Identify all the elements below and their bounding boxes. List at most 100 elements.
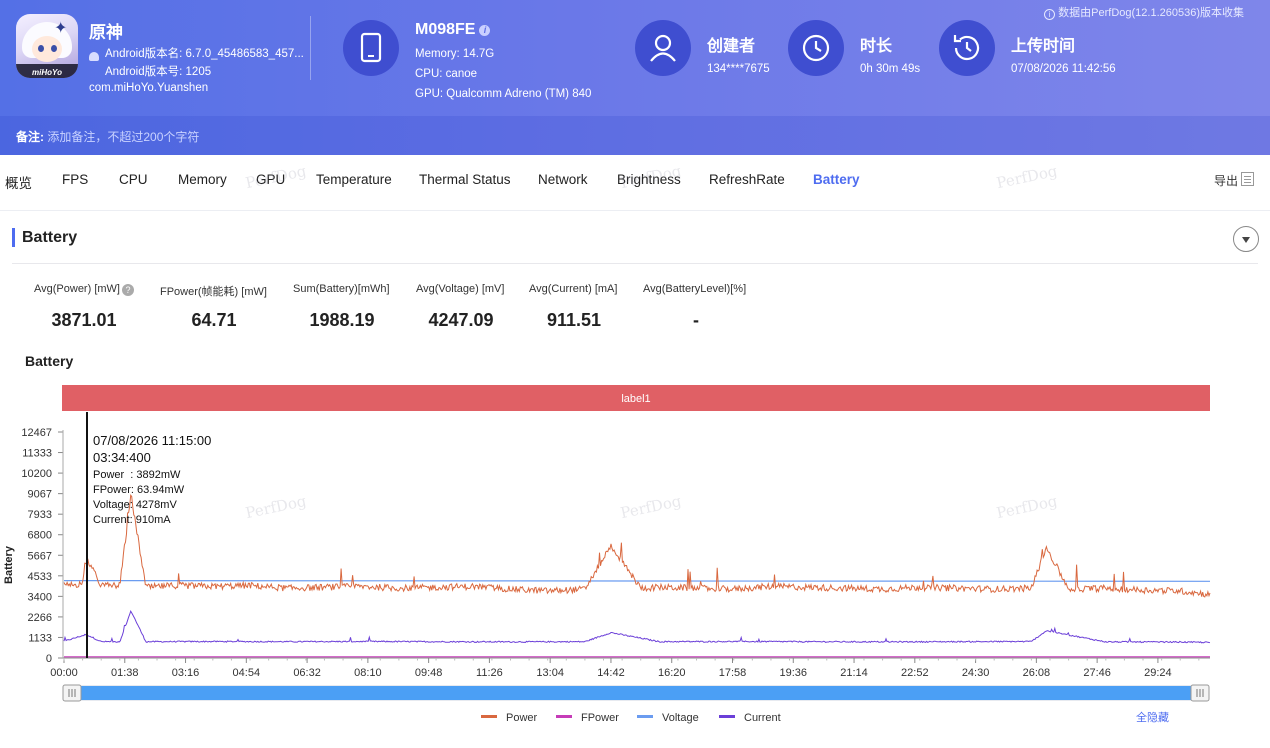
y-tick-label: 11333: [22, 448, 52, 460]
app-icon: ✦ miHoYo: [16, 14, 78, 78]
legend-swatch-power[interactable]: [481, 715, 497, 718]
tooltip-voltage: Voltage: 4278mV: [93, 499, 177, 511]
section-accent: [12, 228, 15, 247]
header-divider: [310, 16, 311, 80]
app-package: com.miHoYo.Yuanshen: [89, 82, 209, 94]
y-tick-label: 6800: [28, 530, 52, 542]
section-title: Battery: [22, 229, 78, 246]
legend-swatch-fpower[interactable]: [556, 715, 572, 718]
metric-label-avg-voltage: Avg(Voltage) [mV]: [416, 283, 505, 295]
tooltip-power: Power : 3892mW: [93, 469, 181, 481]
creator-value: 134****7675: [707, 63, 770, 75]
export-button[interactable]: 导出: [1214, 172, 1238, 189]
x-tick-label: 09:48: [415, 667, 443, 679]
x-tick-label: 21:14: [840, 667, 868, 679]
legend-swatch-voltage[interactable]: [637, 715, 653, 718]
clock-icon: [788, 20, 844, 76]
legend-swatch-current[interactable]: [719, 715, 735, 718]
app-version-name: Android版本名: 6.7.0_45486583_457...: [105, 48, 304, 60]
data-source-note: i 数据由PerfDog(12.1.260536)版本收集: [1044, 4, 1244, 20]
tooltip-fpower: FPower: 63.94mW: [93, 484, 185, 496]
app-logo-text: miHoYo: [32, 68, 62, 77]
tab-refreshrate[interactable]: RefreshRate: [709, 172, 785, 187]
y-tick-label: 3400: [28, 591, 52, 603]
series-line-voltage[interactable]: [63, 580, 1211, 582]
x-tick-label: 13:04: [536, 667, 564, 679]
note-input[interactable]: 添加备注，不超过200个字符: [47, 130, 199, 144]
metric-label-avg-battery-level: Avg(BatteryLevel)[%]: [643, 283, 747, 295]
y-tick-label: 9067: [28, 489, 52, 501]
y-axis-label: Battery: [3, 545, 15, 584]
chart-title: Battery: [25, 353, 74, 369]
x-tick-label: 17:58: [719, 667, 747, 679]
zoom-handle-left[interactable]: [62, 684, 82, 702]
x-tick-label: 29:24: [1144, 667, 1172, 679]
tablet-icon: [343, 20, 399, 76]
legend-item-fpower[interactable]: FPower: [581, 712, 619, 724]
tab-memory[interactable]: Memory: [178, 172, 227, 187]
metric-value-avg-current: 911.51: [546, 310, 602, 330]
x-tick-label: 19:36: [780, 667, 808, 679]
note-label: 备注:: [16, 130, 44, 144]
tab-gpu[interactable]: GPU: [256, 172, 285, 187]
y-tick-label: 12467: [21, 427, 52, 439]
zoom-handle-right[interactable]: [1190, 684, 1210, 702]
x-tick-label: 16:20: [658, 667, 686, 679]
y-tick-label: 0: [46, 653, 52, 665]
tab-cpu[interactable]: CPU: [119, 172, 148, 187]
legend-item-current[interactable]: Current: [744, 712, 781, 724]
device-info-icon[interactable]: i: [479, 25, 491, 36]
tooltip-time: 03:34:400: [93, 450, 151, 465]
tab-bar: 概览 FPS CPU Memory GPU Temperature Therma…: [0, 155, 1270, 211]
tab-overview[interactable]: 概览: [5, 172, 32, 192]
y-tick-label: 4533: [28, 571, 52, 583]
metric-label-sum-battery: Sum(Battery)[mWh]: [293, 283, 390, 295]
x-tick-label: 27:46: [1083, 667, 1111, 679]
collapse-toggle-button[interactable]: [1233, 226, 1259, 252]
x-tick-label: 24:30: [962, 667, 990, 679]
duration-title: 时长: [860, 38, 893, 55]
x-tick-label: 26:08: [1023, 667, 1051, 679]
tab-brightness[interactable]: Brightness: [617, 172, 681, 187]
tooltip-date: 07/08/2026 11:15:00: [93, 433, 211, 448]
info-icon: i: [1044, 9, 1056, 20]
device-gpu: GPU: Qualcomm Adreno (TM) 840: [415, 88, 592, 100]
tooltip: 07/08/2026 11:15:00 03:34:400 Power : 38…: [93, 433, 211, 526]
metric-value-avg-battery-level: -: [693, 310, 699, 330]
metric-value-fpower: 64.71: [191, 310, 237, 330]
hide-all-button[interactable]: 全隐藏: [1136, 710, 1169, 724]
report-header: i 数据由PerfDog(12.1.260536)版本收集 ✦ miHoYo 原神…: [0, 0, 1270, 155]
series-line-current[interactable]: [63, 609, 1211, 644]
battery-chart[interactable]: label1 Battery 0 1133 2266 3400 4533 5667 6800…: [0, 380, 1270, 730]
tab-battery[interactable]: Battery: [813, 172, 860, 187]
android-icon: [89, 52, 99, 61]
tooltip-current: Current: 910mA: [93, 514, 171, 526]
x-tick-label: 22:52: [901, 667, 929, 679]
metric-value-avg-voltage: 4247.09: [428, 310, 494, 330]
history-icon: [939, 20, 995, 76]
y-tick-label: 5667: [28, 550, 52, 562]
metric-label-avg-current: Avg(Current) [mA]: [529, 283, 618, 295]
legend-item-power[interactable]: Power: [506, 712, 538, 724]
tab-thermal-status[interactable]: Thermal Status: [419, 172, 511, 187]
section-divider: [12, 263, 1258, 264]
app-name: 原神: [89, 23, 123, 42]
label-band-text: label1: [621, 393, 650, 405]
app-version-code: Android版本号: 1205: [105, 66, 212, 78]
header-summary: i 数据由PerfDog(12.1.260536)版本收集 ✦ miHoYo 原神…: [0, 0, 1270, 116]
tab-network[interactable]: Network: [538, 172, 588, 187]
zoom-slider-range[interactable]: [72, 686, 1200, 700]
metric-value-avg-power: 3871.01: [51, 310, 117, 330]
export-icon[interactable]: [1241, 172, 1254, 186]
legend-item-voltage[interactable]: Voltage: [662, 712, 699, 724]
duration-value: 0h 30m 49s: [860, 63, 921, 75]
note-bar[interactable]: 备注: 添加备注，不超过200个字符: [0, 116, 1270, 155]
help-icon[interactable]: ?: [121, 284, 134, 296]
upload-title: 上传时间: [1011, 38, 1076, 55]
tab-temperature[interactable]: Temperature: [316, 172, 392, 187]
x-tick-label: 06:32: [293, 667, 321, 679]
metric-label-fpower: FPower(帧能耗) [mW]: [160, 286, 267, 298]
metric-label-avg-power: Avg(Power) [mW]?: [34, 283, 134, 296]
tab-fps[interactable]: FPS: [62, 172, 88, 187]
x-tick-label: 11:26: [476, 667, 503, 679]
